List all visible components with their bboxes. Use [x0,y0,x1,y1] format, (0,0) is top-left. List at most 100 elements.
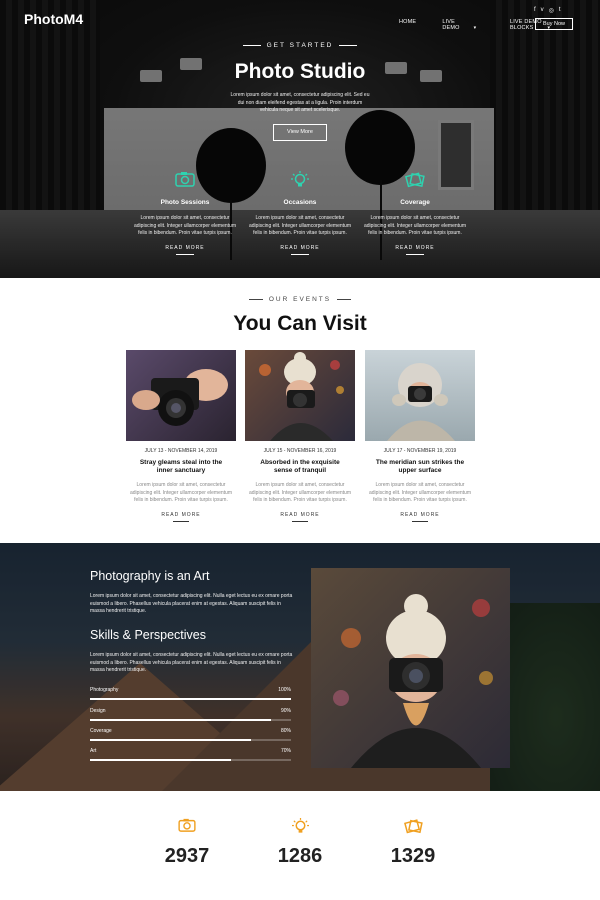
events-title: You Can Visit [233,312,367,335]
stat-value: 2937 [164,845,210,867]
caret-down-icon: ▾ [473,25,477,31]
link-underline [173,520,189,522]
camera-icon [137,818,237,834]
lightbulb-icon [245,171,355,189]
event-text: Lorem ipsum dolor sit amet, consectetur … [249,482,351,503]
stat-value: 1329 [390,845,436,867]
skill-name: Photography [90,687,119,693]
stat-item: 1286 [250,818,350,868]
eyebrow-line [248,298,263,300]
skills-title: Skills & Perspectives [90,628,207,642]
skill-bar: Coverage 80% [90,728,291,741]
read-more-link[interactable]: READ MORE [245,512,355,518]
skill-value: 100% [278,687,291,693]
skill-bar: Art 70% [90,748,291,761]
feature-title: Coverage [400,199,430,206]
link-underline [412,520,428,522]
skills-section: Photography is an Art Lorem ipsum dolor … [0,543,600,791]
link-underline [292,520,308,522]
skill-name: Art [90,748,97,754]
skills-text: Lorem ipsum dolor sit amet, consectetur … [90,652,293,673]
event-card: JULY 17 - NOVEMBER 19, 2019 The meridian… [365,350,475,522]
hero-title: Photo Studio [234,60,366,83]
skill-track [90,739,291,741]
nav-item-home[interactable]: HOME [399,19,429,31]
photos-icon [360,171,470,189]
event-card: JULY 13 - NOVEMBER 14, 2019 Stray gleams… [126,350,236,522]
event-date: JULY 13 - NOVEMBER 14, 2019 [144,448,218,454]
stat-value: 1286 [277,845,323,867]
skill-value: 70% [280,748,291,754]
event-title[interactable]: Stray gleams steal into the inner sanctu… [126,459,236,475]
facebook-icon[interactable]: f [534,7,536,14]
feature-title: Photo Sessions [160,199,210,206]
read-more-link[interactable]: READ MORE [360,245,470,251]
art-text: Lorem ipsum dolor sit amet, consectetur … [90,593,293,614]
stat-item: 1329 [363,818,463,868]
feature-photo-sessions: Photo Sessions Lorem ipsum dolor sit ame… [130,171,240,255]
link-underline [291,253,309,255]
photos-icon [363,818,463,834]
link-underline [406,253,424,255]
skill-bar: Design 90% [90,708,291,721]
skill-track [90,759,291,761]
art-title: Photography is an Art [90,569,210,583]
skill-value: 90% [280,708,291,714]
stat-item: 2937 [137,818,237,868]
skill-fill [90,759,231,761]
skill-fill [90,719,271,721]
event-image[interactable] [365,350,475,441]
feature-coverage: Coverage Lorem ipsum dolor sit amet, con… [360,171,470,255]
photographer-image [311,568,510,768]
eyebrow-text: OUR EVENTS [268,296,332,303]
event-title[interactable]: Absorbed in the exquisite sense of tranq… [245,459,355,475]
eyebrow-line [337,298,352,300]
feature-title: Occasions [283,199,317,206]
hero-subtitle: Lorem ipsum dolor sit amet, consectetur … [230,92,370,113]
skill-track [90,698,291,700]
twitter-icon[interactable]: t [559,7,561,14]
eyebrow-text: GET STARTED [266,42,334,49]
read-more-link[interactable]: READ MORE [126,512,236,518]
nav-label: LIVE DEMO [442,19,460,31]
event-text: Lorem ipsum dolor sit amet, consectetur … [130,482,232,503]
skill-track [90,719,291,721]
events-eyebrow: OUR EVENTS [0,296,600,303]
feature-text: Lorem ipsum dolor sit amet, consectetur … [249,215,351,236]
feature-text: Lorem ipsum dolor sit amet, consectetur … [134,215,236,236]
event-image[interactable] [126,350,236,441]
skill-name: Design [90,708,106,714]
feature-text: Lorem ipsum dolor sit amet, consectetur … [364,215,466,236]
event-text: Lorem ipsum dolor sit amet, consectetur … [369,482,471,503]
hero-eyebrow: GET STARTED [0,42,600,49]
event-title[interactable]: The meridian sun strikes the upper surfa… [365,459,475,475]
vimeo-icon[interactable]: v [541,7,544,14]
view-more-button[interactable]: View More [273,124,327,141]
eyebrow-line [339,44,358,46]
nav-label: HOME [399,19,417,25]
hero-section: PhotoM4 HOME LIVE DEMO ▾ LIVE DEMO BLOCKS… [0,0,600,278]
top-navbar: PhotoM4 HOME LIVE DEMO ▾ LIVE DEMO BLOCKS… [0,0,600,44]
nav-item-live-demo[interactable]: LIVE DEMO ▾ [442,19,497,31]
eyebrow-line [242,44,261,46]
event-date: JULY 15 - NOVEMBER 16, 2019 [263,448,337,454]
skill-bar: Photography 100% [90,687,291,700]
social-links: f v ◎ t [534,7,561,14]
skill-value: 80% [280,728,291,734]
event-image[interactable] [245,350,355,441]
read-more-link[interactable]: READ MORE [130,245,240,251]
buy-now-button[interactable]: Buy Now [535,18,573,30]
camera-icon [130,171,240,189]
skill-fill [90,698,291,700]
link-underline [176,253,194,255]
event-date: JULY 17 - NOVEMBER 19, 2019 [383,448,457,454]
skill-name: Coverage [90,728,112,734]
skill-fill [90,739,251,741]
event-card: JULY 15 - NOVEMBER 16, 2019 Absorbed in … [245,350,355,522]
read-more-link[interactable]: READ MORE [365,512,475,518]
read-more-link[interactable]: READ MORE [245,245,355,251]
instagram-icon[interactable]: ◎ [549,7,554,14]
site-logo[interactable]: PhotoM4 [24,11,83,27]
lightbulb-icon [250,818,350,834]
feature-occasions: Occasions Lorem ipsum dolor sit amet, co… [245,171,355,255]
